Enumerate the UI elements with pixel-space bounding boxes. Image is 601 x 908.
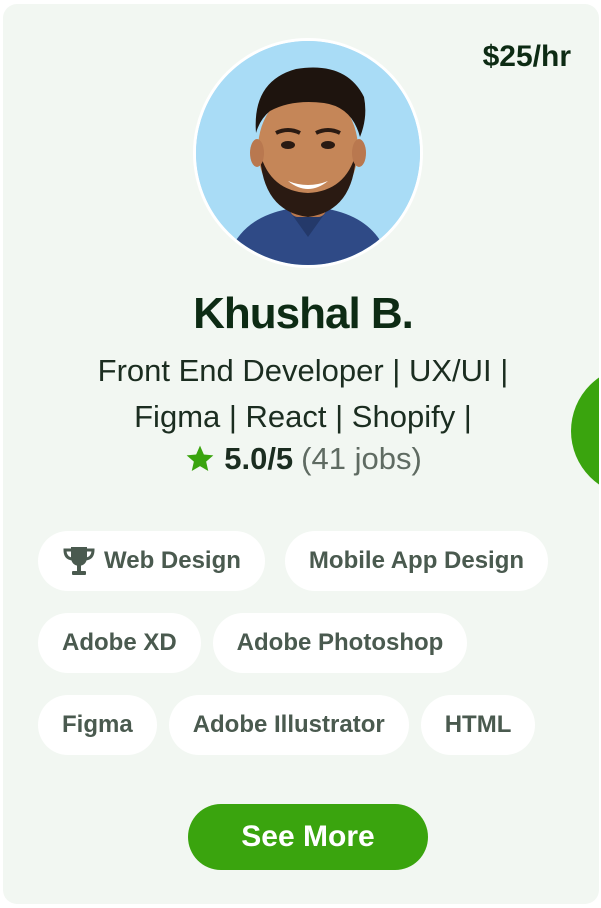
star-icon (186, 445, 214, 471)
skills-row: Web Design Mobile App Design (38, 531, 578, 591)
headline-line-2: Figma | React | Shopify | (134, 399, 472, 434)
skill-chip[interactable]: Mobile App Design (284, 531, 549, 591)
skill-chip[interactable]: Web Design (38, 531, 265, 591)
skill-chip[interactable]: HTML (420, 695, 536, 755)
avatar-photo (196, 41, 420, 265)
freelancer-headline: Front End Developer | UX/UI | Figma | Re… (43, 348, 563, 440)
trophy-icon (62, 545, 96, 577)
skill-chip[interactable]: Figma (38, 695, 157, 755)
skills-list: Web Design Mobile App Design Adobe XD Ad… (38, 531, 578, 777)
headline-line-1: Front End Developer | UX/UI | (97, 353, 509, 388)
skill-chip[interactable]: Adobe XD (38, 613, 201, 673)
skill-chip[interactable]: Adobe Illustrator (168, 695, 409, 755)
freelancer-name[interactable]: Khushal B. (3, 289, 599, 339)
freelancer-card[interactable]: $25/hr Khushal B. Front End Developer | … (3, 4, 599, 904)
skills-row: Adobe XD Adobe Photoshop (38, 613, 578, 673)
skill-chip[interactable]: Adobe Photoshop (212, 613, 468, 673)
hourly-rate: $25/hr (482, 40, 571, 73)
skill-label: Web Design (104, 547, 241, 574)
rating: 5.0/5 (41 jobs) (3, 441, 599, 477)
avatar (193, 38, 423, 268)
rating-jobs: (41 jobs) (301, 441, 422, 476)
rating-score: 5.0/5 (224, 441, 294, 476)
see-more-button[interactable]: See More (188, 804, 428, 870)
skills-row: Figma Adobe Illustrator HTML (38, 695, 578, 755)
